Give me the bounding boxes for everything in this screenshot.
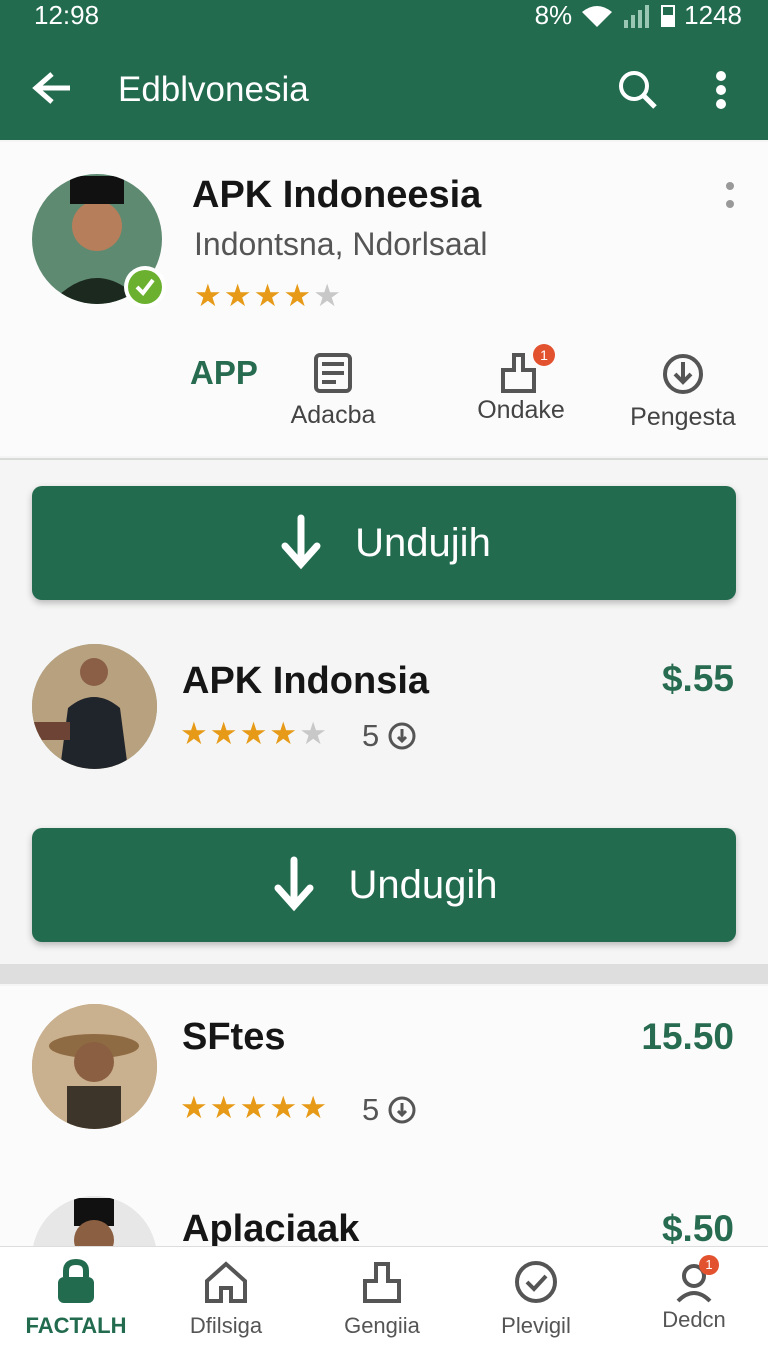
- download-label: Undugih: [348, 862, 498, 907]
- search-icon[interactable]: [616, 68, 658, 110]
- app-name: APK Indoneesia: [192, 174, 482, 216]
- list-item-price[interactable]: $.55: [662, 658, 734, 700]
- list-item: APK Indonsia $.55 ★ ★ ★ ★ ★ 5 Undugih: [0, 620, 768, 964]
- download-arrow-icon: [274, 856, 314, 912]
- nav-item-gengiia[interactable]: Gengiia: [322, 1259, 442, 1339]
- verified-badge: [124, 266, 166, 308]
- section-divider: [0, 964, 768, 984]
- nav-item-plevigil[interactable]: Plevigil: [476, 1259, 596, 1339]
- status-bar-right: 8% 1248: [535, 0, 742, 31]
- status-time: 12:98: [34, 0, 100, 30]
- nav-item-dedcn[interactable]: 1 Dedcn: [634, 1255, 754, 1333]
- action-downloads[interactable]: Pengesta: [628, 352, 738, 432]
- rating-count-value: 5: [362, 1092, 380, 1127]
- notification-badge: 1: [699, 1255, 719, 1275]
- notification-badge: 1: [533, 344, 555, 366]
- rating-stars: ★ ★ ★ ★ ★: [180, 716, 327, 751]
- bottom-navigation: FACTALH Dfilsiga Gengiia Plevigil 1 Dedc…: [0, 1246, 768, 1345]
- action-label: Ondake: [477, 396, 565, 424]
- list-item: SFtes 15.50 ★ ★ ★ ★ ★ 5: [0, 986, 768, 1186]
- app-avatar: [32, 1004, 157, 1129]
- toolbar-title: Edblvonesia: [118, 70, 309, 109]
- star-icon: ★: [223, 278, 252, 313]
- download-arrow-icon: [281, 514, 321, 570]
- download-label: Undujih: [355, 520, 491, 565]
- nav-label: Gengiia: [344, 1313, 420, 1338]
- list-item-name: Aplaciaak: [182, 1208, 360, 1246]
- lock-bag-icon: [58, 1258, 94, 1303]
- action-label: Pengesta: [630, 403, 736, 431]
- rating-stars: ★ ★ ★ ★ ★: [180, 1090, 327, 1125]
- download-circle-icon: [663, 354, 703, 394]
- app-bar: 12:98 8% 1248 Edblvonesia: [0, 0, 768, 140]
- nav-label: Dedcn: [662, 1307, 726, 1332]
- star-empty-icon: ★: [313, 278, 341, 313]
- more-vertical-icon[interactable]: [710, 70, 732, 110]
- back-arrow-icon[interactable]: [32, 70, 72, 106]
- nav-label: FACTALH: [25, 1313, 127, 1338]
- app-avatar: [32, 1196, 157, 1246]
- star-icon: ★: [283, 278, 312, 313]
- nav-label: Plevigil: [501, 1313, 571, 1338]
- battery-percent: 8%: [534, 0, 573, 30]
- nav-item-dfilsiga[interactable]: Dfilsiga: [166, 1259, 286, 1339]
- action-details[interactable]: Adacba: [278, 352, 388, 430]
- list-item-price[interactable]: 15.50: [641, 1016, 734, 1058]
- nav-label: Dfilsiga: [189, 1313, 263, 1338]
- star-icon: ★: [194, 278, 222, 313]
- info-circle-icon: [388, 722, 416, 750]
- action-share[interactable]: 1 Ondake: [466, 344, 576, 425]
- battery-icon: [661, 4, 676, 27]
- section-divider: [0, 458, 768, 460]
- download-button[interactable]: Undugih: [32, 828, 736, 942]
- list-item-name: APK Indonsia: [182, 660, 430, 702]
- rating-count: 5: [362, 718, 417, 754]
- action-label: Adacba: [290, 401, 376, 429]
- wifi-icon: [582, 5, 613, 27]
- signal-icon: [624, 4, 650, 28]
- list-item-name: SFtes: [182, 1016, 286, 1058]
- document-list-icon: [314, 353, 352, 393]
- nav-item-factalh[interactable]: FACTALH: [16, 1258, 136, 1339]
- share-up-icon: [363, 1262, 401, 1303]
- info-circle-icon: [388, 1096, 416, 1124]
- rating-count-value: 5: [362, 718, 380, 753]
- app-avatar: [32, 644, 157, 769]
- home-icon: [205, 1261, 247, 1303]
- status-clock: 1248: [684, 0, 742, 30]
- list-item: Aplaciaak $.50: [0, 1186, 768, 1246]
- app-subtitle: Indontsna, Ndorlsaal: [194, 226, 488, 262]
- app-header-card: APK Indoneesia Indontsna, Ndorlsaal ★ ★ …: [0, 142, 768, 456]
- list-item-price[interactable]: $.50: [662, 1208, 734, 1246]
- header-rating-stars: ★ ★ ★ ★ ★: [194, 280, 341, 311]
- star-icon: ★: [253, 278, 282, 313]
- app-tag: APP: [190, 354, 258, 391]
- download-button[interactable]: Undujih: [32, 486, 736, 600]
- card-more-icon[interactable]: [718, 180, 742, 214]
- check-circle-icon: [515, 1261, 557, 1303]
- rating-count: 5: [362, 1092, 417, 1128]
